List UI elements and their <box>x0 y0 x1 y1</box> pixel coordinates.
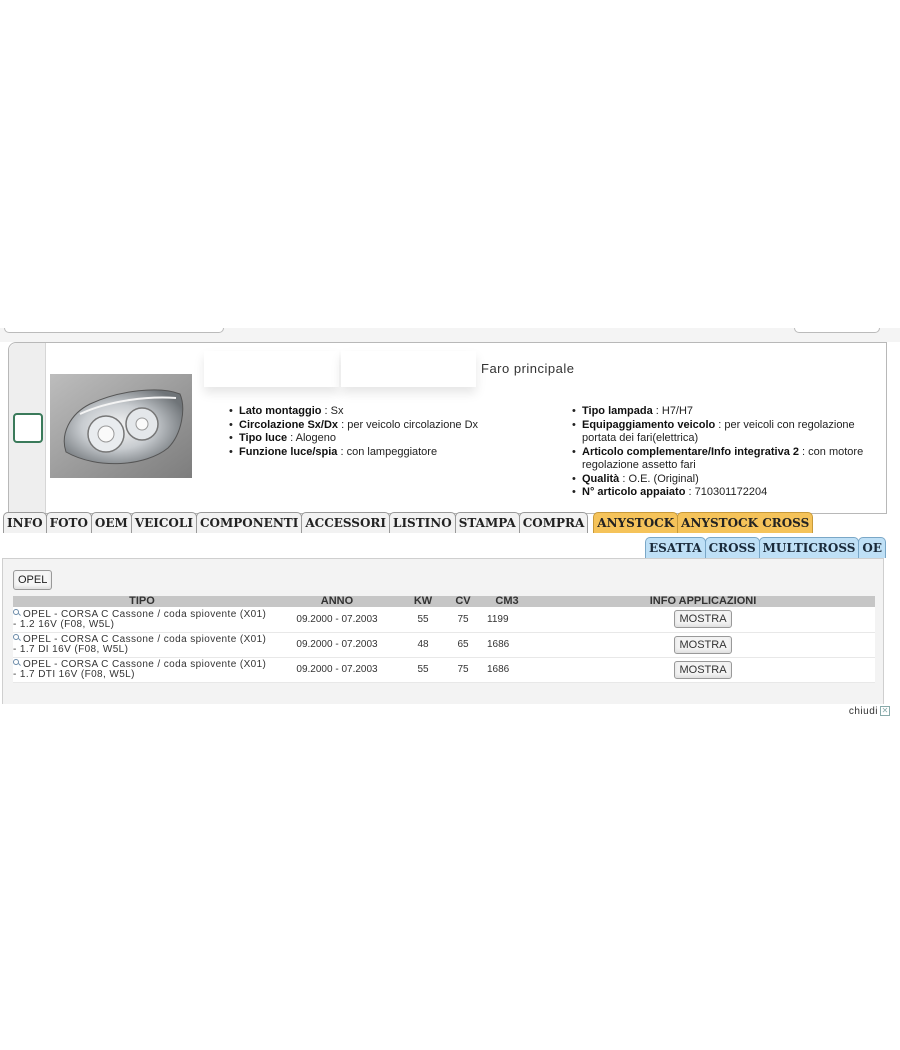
title-placeholder-1 <box>204 351 339 387</box>
specs-list-right: Tipo lampada : H7/H7 Equipaggiamento vei… <box>572 405 884 500</box>
tab-veicoli[interactable]: VEICOLI <box>130 512 197 533</box>
cell-cm3: 1686 <box>487 639 510 650</box>
close-link[interactable]: chiudi <box>849 706 878 717</box>
brand-filter-button[interactable]: OPEL <box>13 570 53 590</box>
cell-cm3: 1199 <box>487 613 509 625</box>
spec-item: Articolo complementare/Info integrativa … <box>572 446 884 473</box>
table-row: OPEL - CORSA C Cassone / coda spiovente … <box>13 632 875 657</box>
subtab-bar: ESATTA CROSS MULTICROSS OE <box>645 537 887 559</box>
headlamp-image <box>50 374 192 478</box>
tab-oem[interactable]: OEM <box>90 512 132 533</box>
tab-stampa[interactable]: STAMPA <box>454 512 520 533</box>
cell-anno: 09.2000 - 07.2003 <box>296 639 378 650</box>
spec-item: Tipo lampada : H7/H7 <box>572 405 884 419</box>
upper-tab-stub-right <box>794 328 880 333</box>
spec-item: Equipaggiamento veicolo : per veicoli co… <box>572 419 884 446</box>
tab-accessori[interactable]: ACCESSORI <box>301 512 390 533</box>
title-placeholder-2 <box>341 351 476 387</box>
spec-item: N° articolo appaiato : 710301172204 <box>572 486 884 500</box>
product-title: Faro principale <box>481 361 575 376</box>
selection-rail <box>9 343 46 513</box>
cell-kw: 55 <box>417 664 429 675</box>
specs-list-left: Lato montaggio : Sx Circolazione Sx/Dx :… <box>229 405 549 459</box>
magnifier-icon <box>13 608 21 617</box>
subtab-multicross[interactable]: MULTICROSS <box>758 537 860 558</box>
cell-kw: 55 <box>417 613 429 625</box>
footer-strip <box>0 704 900 722</box>
cell-tipo[interactable]: OPEL - CORSA C Cassone / coda spiovente … <box>13 657 271 682</box>
mostra-button[interactable]: MOSTRA <box>674 610 732 629</box>
applications-panel: OPEL TIPO ANNO KW CV CM3 INFO APPLICAZIO… <box>2 558 884 706</box>
tab-anystock-cross[interactable]: ANYSTOCK CROSS <box>677 512 814 533</box>
cell-info: MOSTRA <box>531 657 875 682</box>
cell-kw: 48 <box>417 639 429 650</box>
subtab-esatta[interactable]: ESATTA <box>645 537 706 558</box>
spec-item: Funzione luce/spia : con lampeggiatore <box>229 446 549 460</box>
close-icon[interactable]: ✕ <box>880 706 890 716</box>
product-card: Faro principale Lato montaggio : Sx Circ… <box>8 342 887 514</box>
tab-componenti[interactable]: COMPONENTI <box>195 512 303 533</box>
header-info: INFO APPLICAZIONI <box>531 596 875 607</box>
cell-tipo[interactable]: OPEL - CORSA C Cassone / coda spiovente … <box>13 607 271 632</box>
header-tipo: TIPO <box>13 596 271 607</box>
spec-item: Circolazione Sx/Dx : per veicolo circola… <box>229 419 549 433</box>
table-row: OPEL - CORSA C Cassone / coda spiovente … <box>13 657 875 682</box>
cell-info: MOSTRA <box>531 607 875 632</box>
mostra-button[interactable]: MOSTRA <box>674 635 732 654</box>
tab-listino[interactable]: LISTINO <box>389 512 456 533</box>
header-cm3: CM3 <box>483 596 531 607</box>
magnifier-icon <box>13 634 21 642</box>
applications-table: TIPO ANNO KW CV CM3 INFO APPLICAZIONI OP… <box>13 596 875 683</box>
upper-tab-stub-left <box>4 328 224 333</box>
spec-item: Qualità : O.E. (Original) <box>572 473 884 487</box>
spec-item: Lato montaggio : Sx <box>229 405 549 419</box>
header-kw: KW <box>403 596 443 607</box>
select-checkbox[interactable] <box>13 413 43 443</box>
cell-cv: 75 <box>457 664 469 675</box>
tab-foto[interactable]: FOTO <box>45 512 92 533</box>
table-row: OPEL - CORSA C Cassone / coda spiovente … <box>13 607 875 632</box>
headlamp-photo[interactable] <box>50 374 192 478</box>
spec-item: Tipo luce : Alogeno <box>229 432 549 446</box>
header-cv: CV <box>443 596 483 607</box>
header-anno: ANNO <box>271 596 403 607</box>
cell-cv: 65 <box>457 639 469 650</box>
cell-anno: 09.2000 - 07.2003 <box>296 664 378 675</box>
mostra-button[interactable]: MOSTRA <box>674 660 732 679</box>
cell-cv: 75 <box>457 613 469 625</box>
cell-anno: 09.2000 - 07.2003 <box>296 613 378 625</box>
tab-info[interactable]: INFO <box>3 512 47 533</box>
cell-tipo[interactable]: OPEL - CORSA C Cassone / coda spiovente … <box>13 632 271 657</box>
table-header-row: TIPO ANNO KW CV CM3 INFO APPLICAZIONI <box>13 596 875 607</box>
magnifier-icon <box>13 659 21 667</box>
top-strip <box>0 328 900 342</box>
tab-compra[interactable]: COMPRA <box>518 512 589 533</box>
subtab-oe[interactable]: OE <box>858 537 887 558</box>
cell-cm3: 1686 <box>487 664 510 675</box>
subtab-cross[interactable]: CROSS <box>704 537 760 558</box>
tab-bar: INFO FOTO OEM VEICOLI COMPONENTI ACCESSO… <box>3 512 814 534</box>
cell-info: MOSTRA <box>531 632 875 657</box>
tab-anystock[interactable]: ANYSTOCK <box>593 512 679 533</box>
